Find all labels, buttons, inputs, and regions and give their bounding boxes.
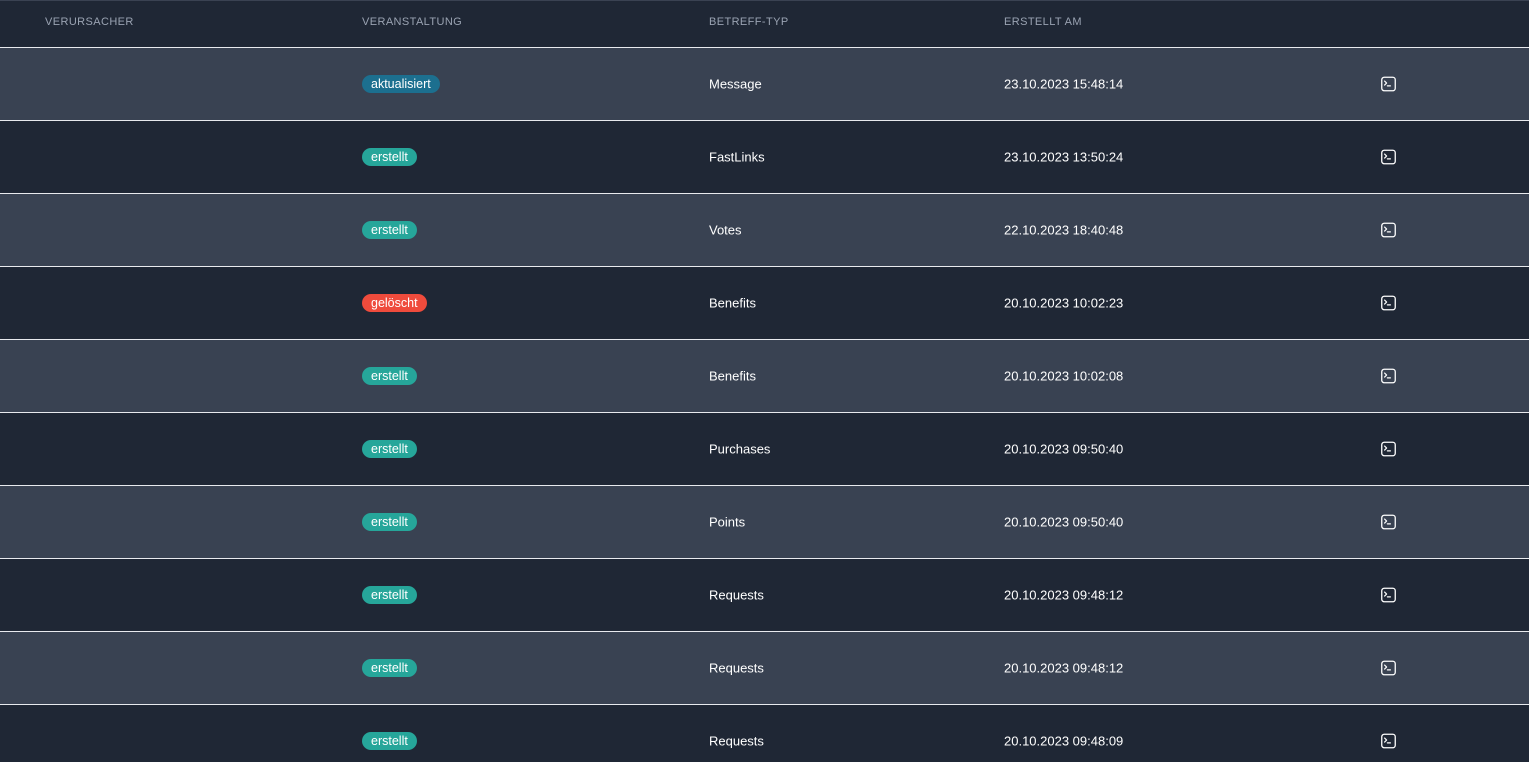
table-row[interactable]: erstellt Requests 20.10.2023 09:48:09 (0, 705, 1529, 762)
veranstaltung-cell: erstellt (362, 732, 417, 750)
column-header-erstellt-am[interactable]: ERSTELLT AM (1004, 16, 1082, 28)
terminal-icon (1381, 368, 1396, 384)
status-badge: erstellt (362, 586, 417, 604)
veranstaltung-cell: gelöscht (362, 294, 427, 312)
terminal-icon (1381, 149, 1396, 165)
table-row[interactable]: erstellt Purchases 20.10.2023 09:50:40 (0, 413, 1529, 486)
view-details-button[interactable] (1381, 76, 1396, 92)
table-row[interactable]: erstellt Requests 20.10.2023 09:48:12 (0, 632, 1529, 705)
status-badge: erstellt (362, 440, 417, 458)
erstellt-am-cell: 20.10.2023 09:50:40 (1004, 441, 1124, 457)
terminal-icon (1381, 660, 1396, 676)
table-row[interactable]: erstellt FastLinks 23.10.2023 13:50:24 (0, 121, 1529, 194)
betreff-typ-cell: Requests (709, 587, 764, 603)
view-details-button[interactable] (1381, 441, 1396, 457)
erstellt-am-cell: 20.10.2023 09:48:09 (1004, 733, 1124, 749)
table-header: VERURSACHER VERANSTALTUNG BETREFF-TYP ER… (0, 1, 1529, 48)
status-badge: erstellt (362, 659, 417, 677)
veranstaltung-cell: erstellt (362, 586, 417, 604)
veranstaltung-cell: erstellt (362, 440, 417, 458)
veranstaltung-cell: erstellt (362, 513, 417, 531)
veranstaltung-cell: erstellt (362, 221, 417, 239)
erstellt-am-cell: 20.10.2023 09:48:12 (1004, 660, 1124, 676)
betreff-typ-cell: Requests (709, 733, 764, 749)
table-row[interactable]: erstellt Benefits 20.10.2023 10:02:08 (0, 340, 1529, 413)
terminal-icon (1381, 514, 1396, 530)
erstellt-am-cell: 20.10.2023 09:50:40 (1004, 514, 1124, 530)
erstellt-am-cell: 20.10.2023 10:02:08 (1004, 368, 1124, 384)
erstellt-am-cell: 23.10.2023 15:48:14 (1004, 76, 1124, 92)
veranstaltung-cell: erstellt (362, 659, 417, 677)
terminal-icon (1381, 295, 1396, 311)
erstellt-am-cell: 22.10.2023 18:40:48 (1004, 222, 1124, 238)
erstellt-am-cell: 20.10.2023 09:48:12 (1004, 587, 1124, 603)
status-badge: erstellt (362, 367, 417, 385)
column-header-betreff-typ[interactable]: BETREFF-TYP (709, 16, 789, 28)
status-badge: aktualisiert (362, 75, 440, 93)
view-details-button[interactable] (1381, 660, 1396, 676)
table-row[interactable]: gelöscht Benefits 20.10.2023 10:02:23 (0, 267, 1529, 340)
table-row[interactable]: aktualisiert Message 23.10.2023 15:48:14 (0, 48, 1529, 121)
view-details-button[interactable] (1381, 295, 1396, 311)
table-row[interactable]: erstellt Requests 20.10.2023 09:48:12 (0, 559, 1529, 632)
view-details-button[interactable] (1381, 222, 1396, 238)
status-badge: erstellt (362, 732, 417, 750)
table-row[interactable]: erstellt Points 20.10.2023 09:50:40 (0, 486, 1529, 559)
terminal-icon (1381, 76, 1396, 92)
betreff-typ-cell: Message (709, 76, 762, 92)
table-row[interactable]: erstellt Votes 22.10.2023 18:40:48 (0, 194, 1529, 267)
view-details-button[interactable] (1381, 149, 1396, 165)
veranstaltung-cell: erstellt (362, 367, 417, 385)
column-header-veranstaltung[interactable]: VERANSTALTUNG (362, 16, 462, 28)
status-badge: erstellt (362, 221, 417, 239)
erstellt-am-cell: 23.10.2023 13:50:24 (1004, 149, 1124, 165)
column-header-verursacher[interactable]: VERURSACHER (45, 16, 134, 28)
betreff-typ-cell: FastLinks (709, 149, 765, 165)
betreff-typ-cell: Points (709, 514, 746, 530)
betreff-typ-cell: Requests (709, 660, 764, 676)
veranstaltung-cell: aktualisiert (362, 75, 440, 93)
veranstaltung-cell: erstellt (362, 148, 417, 166)
audit-log-table: VERURSACHER VERANSTALTUNG BETREFF-TYP ER… (0, 0, 1529, 762)
terminal-icon (1381, 441, 1396, 457)
view-details-button[interactable] (1381, 514, 1396, 530)
status-badge: gelöscht (362, 294, 427, 312)
table-body: aktualisiert Message 23.10.2023 15:48:14 er… (0, 48, 1529, 762)
terminal-icon (1381, 222, 1396, 238)
betreff-typ-cell: Benefits (709, 295, 756, 311)
terminal-icon (1381, 733, 1396, 749)
status-badge: erstellt (362, 513, 417, 531)
betreff-typ-cell: Benefits (709, 368, 756, 384)
betreff-typ-cell: Votes (709, 222, 742, 238)
view-details-button[interactable] (1381, 587, 1396, 603)
status-badge: erstellt (362, 148, 417, 166)
view-details-button[interactable] (1381, 368, 1396, 384)
erstellt-am-cell: 20.10.2023 10:02:23 (1004, 295, 1124, 311)
view-details-button[interactable] (1381, 733, 1396, 749)
betreff-typ-cell: Purchases (709, 441, 771, 457)
terminal-icon (1381, 587, 1396, 603)
